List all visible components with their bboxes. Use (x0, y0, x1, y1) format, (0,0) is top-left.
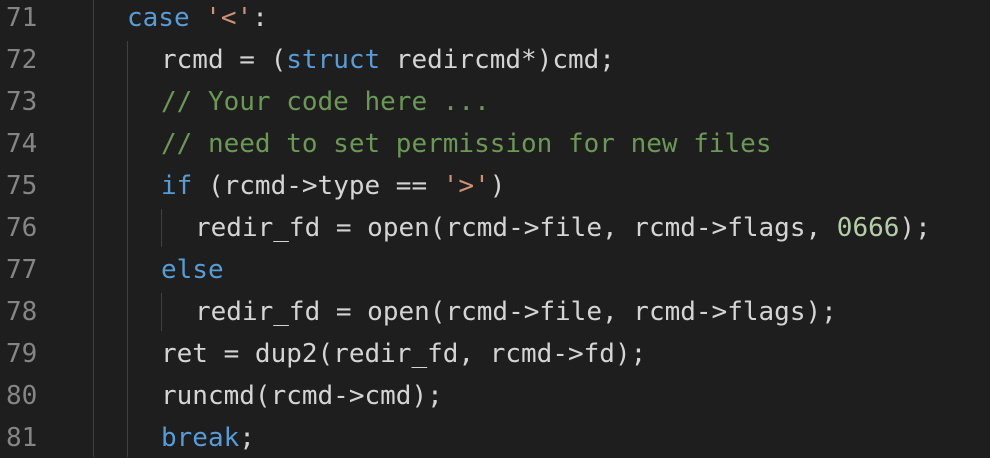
line-number: 75 (6, 171, 38, 201)
string-token: '<' (205, 3, 253, 33)
keyword-token: struct (286, 45, 381, 75)
line-number: 76 (6, 213, 38, 243)
line-number: 74 (6, 129, 38, 159)
line-number: 78 (6, 297, 38, 327)
line-number: 81 (6, 423, 38, 453)
indent-guide (93, 0, 94, 457)
line-number: 71 (6, 3, 38, 33)
indent-guide (161, 209, 162, 247)
keyword-token: else (161, 255, 224, 285)
code-token: ret = dup2(redir_fd, rcmd->fd); (161, 339, 647, 369)
code-token: (rcmd->type == (192, 171, 443, 201)
code-token: ) (489, 171, 506, 201)
comment-token: // Your code here ... (161, 87, 490, 117)
code-line[interactable]: 71 case '<': (0, 0, 990, 39)
code-text: runcmd(rcmd->cmd); (161, 375, 443, 417)
code-line[interactable]: 72 rcmd = (struct redircmd*)cmd; (0, 39, 990, 81)
line-number: 77 (6, 255, 38, 285)
code-text: break; (161, 417, 255, 458)
keyword-token: case (127, 3, 190, 33)
code-text: redir_fd = open(rcmd->file, rcmd->flags)… (195, 291, 837, 333)
code-text: case '<': (127, 0, 268, 39)
code-text: ret = dup2(redir_fd, rcmd->fd); (161, 333, 646, 375)
code-text: if (rcmd->type == '>') (161, 165, 505, 207)
line-number: 73 (6, 87, 38, 117)
string-token: '>' (442, 171, 490, 201)
code-line[interactable]: 81 break; (0, 417, 990, 458)
indent-guide (161, 293, 162, 331)
code-token: ); (899, 213, 931, 243)
code-editor[interactable]: 71 case '<': 72 rcmd = (struct redircmd*)cm… (0, 0, 990, 458)
code-token: : (252, 3, 268, 33)
indent-guide (127, 41, 128, 457)
code-text: // Your code here ... (161, 81, 490, 123)
code-line[interactable]: 80 runcmd(rcmd->cmd); (0, 375, 990, 417)
code-line[interactable]: 78 redir_fd = open(rcmd->file, rcmd->flag… (0, 291, 990, 333)
code-line[interactable]: 75 if (rcmd->type == '>') (0, 165, 990, 207)
code-text: else (161, 249, 224, 291)
line-number: 72 (6, 45, 38, 75)
code-token: ; (239, 423, 255, 453)
code-text: // need to set permission for new files (161, 123, 771, 165)
comment-token: // need to set permission for new files (161, 129, 772, 159)
code-line[interactable]: 73 // Your code here ... (0, 81, 990, 123)
number-token: 0666 (836, 213, 900, 243)
code-token: runcmd(rcmd->cmd); (161, 381, 443, 411)
code-line[interactable]: 76 redir_fd = open(rcmd->file, rcmd->flag… (0, 207, 990, 249)
code-line[interactable]: 79 ret = dup2(redir_fd, rcmd->fd); (0, 333, 990, 375)
code-token: rcmd = ( (161, 45, 287, 75)
code-text: rcmd = (struct redircmd*)cmd; (161, 39, 615, 81)
code-line[interactable]: 77 else (0, 249, 990, 291)
line-number: 79 (6, 339, 38, 369)
keyword-token: break (161, 423, 240, 453)
code-token: redir_fd = open(rcmd->file, rcmd->flags, (195, 213, 837, 243)
code-token: redir_fd = open(rcmd->file, rcmd->flags)… (195, 297, 837, 327)
code-text: redir_fd = open(rcmd->file, rcmd->flags,… (195, 207, 931, 249)
code-line[interactable]: 74 // need to set permission for new file… (0, 123, 990, 165)
code-token: redircmd*)cmd; (380, 45, 615, 75)
keyword-token: if (161, 171, 193, 201)
line-number: 80 (6, 381, 38, 411)
